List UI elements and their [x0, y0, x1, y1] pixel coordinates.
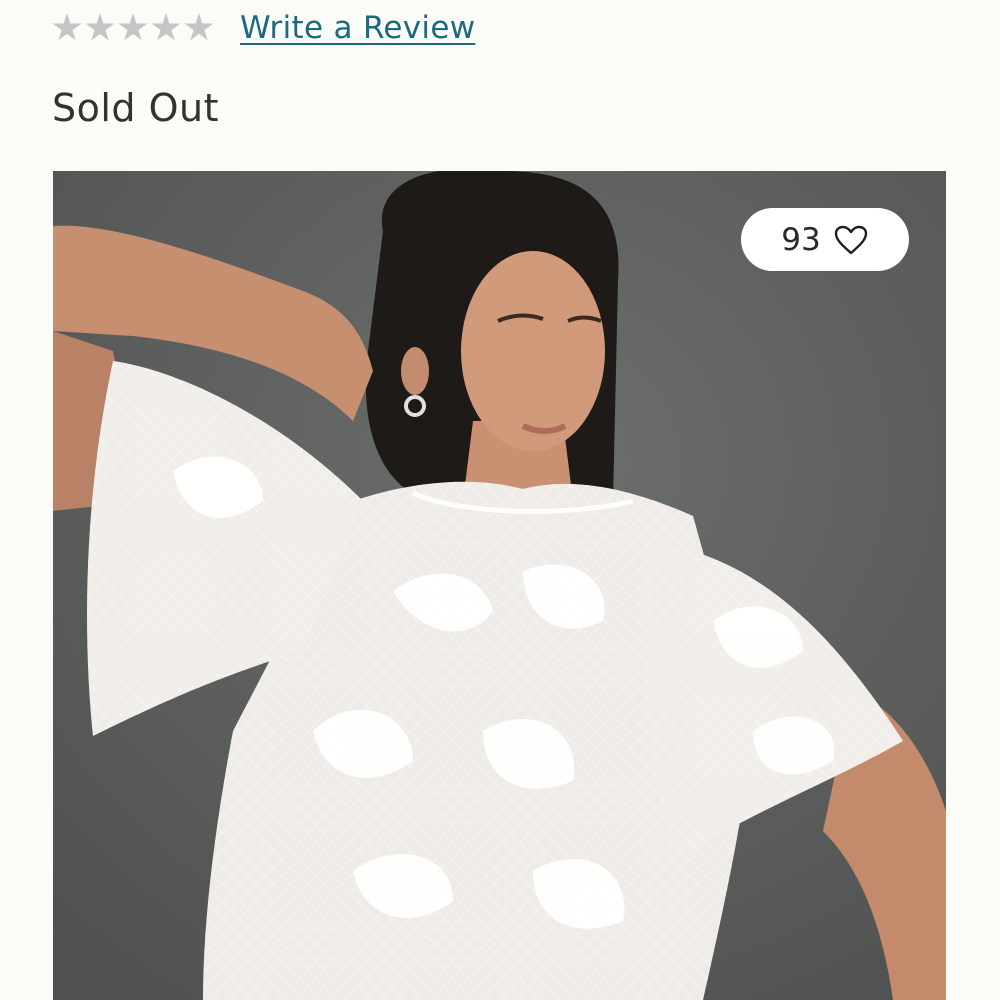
star-icon [52, 13, 82, 41]
heart-icon [834, 225, 867, 254]
write-review-link[interactable]: Write a Review [240, 10, 475, 46]
star-rating [52, 13, 214, 43]
star-icon [151, 13, 181, 41]
favorite-count: 93 [781, 221, 821, 258]
star-icon [184, 13, 214, 41]
sold-out-label: Sold Out [52, 86, 220, 130]
product-photo-illustration [53, 171, 946, 1000]
star-icon [118, 13, 148, 41]
product-image[interactable] [53, 171, 946, 1000]
favorite-button[interactable]: 93 [741, 208, 909, 271]
star-icon [85, 13, 115, 41]
product-page: Write a Review Sold Out 93 [0, 0, 1000, 1000]
rating-row: Write a Review [52, 6, 475, 50]
